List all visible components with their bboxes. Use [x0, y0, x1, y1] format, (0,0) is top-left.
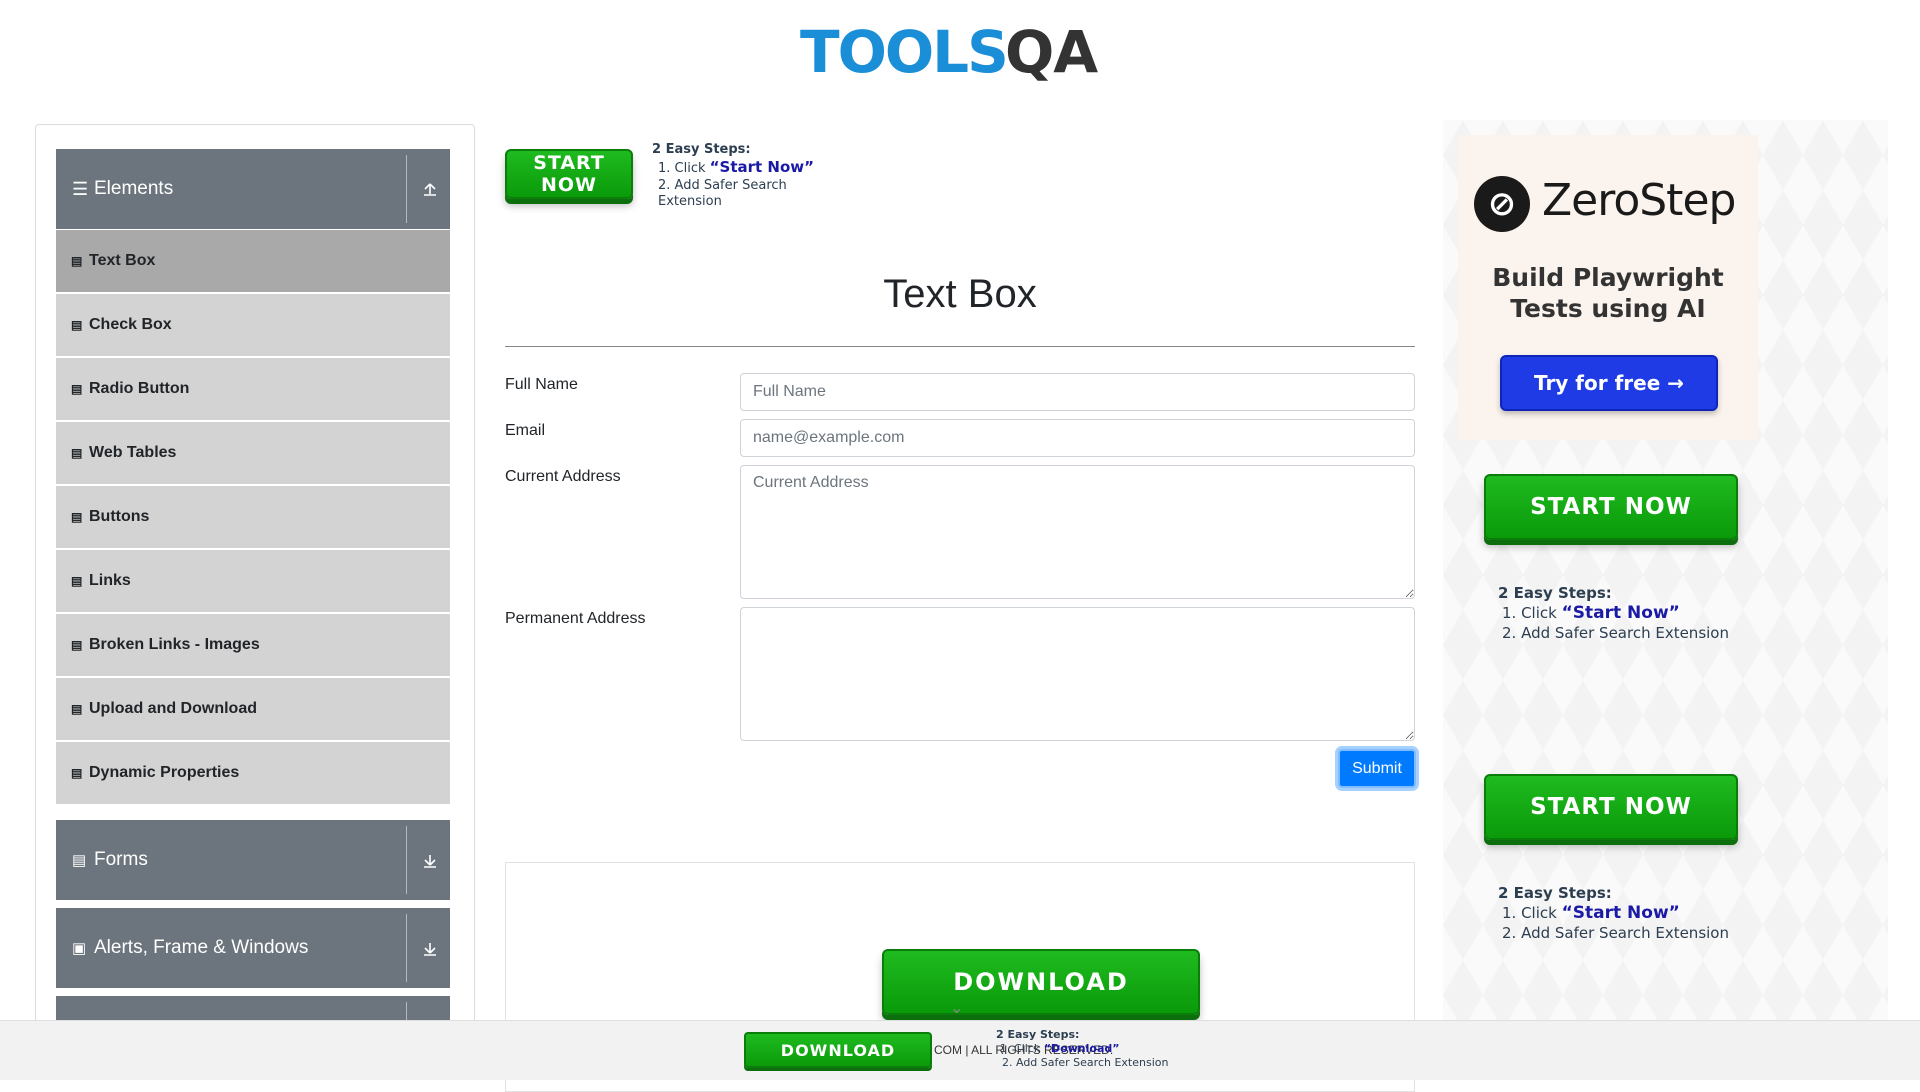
expand-icon[interactable]	[422, 908, 438, 988]
item-bullet-icon: ▤	[71, 638, 83, 652]
steps-title: 2 Easy Steps:	[1498, 884, 1612, 902]
download-bottom-button[interactable]: DOWNLOAD	[744, 1032, 932, 1068]
start-now-ad-button[interactable]: START NOW	[1484, 774, 1738, 840]
expand-icon[interactable]	[422, 820, 438, 900]
start-now-link[interactable]: “Start Now”	[710, 158, 814, 176]
logo-tools-text: TOOLS	[800, 18, 1009, 86]
try-for-free-button[interactable]: Try for free →	[1500, 355, 1718, 411]
email-input[interactable]	[740, 419, 1415, 457]
full-name-label: Full Name	[505, 376, 578, 393]
ad-button-label: DOWNLOAD	[953, 968, 1129, 996]
current-address-label: Current Address	[505, 468, 621, 485]
ad-button-label: START NOW	[1530, 494, 1692, 520]
current-address-input[interactable]	[740, 465, 1415, 599]
group-label: Forms	[94, 849, 148, 870]
start-now-ad-button[interactable]: START NOW	[505, 149, 633, 199]
group-label: Elements	[94, 178, 174, 199]
start-now-ad-button[interactable]: START NOW	[1484, 474, 1738, 540]
zerostep-logo-icon: ⊘	[1474, 176, 1530, 232]
item-bullet-icon: ▤	[71, 382, 83, 396]
submit-button[interactable]: Submit	[1338, 749, 1416, 788]
sidebar-item-dynamic-properties[interactable]: ▤ Dynamic Properties	[56, 742, 450, 804]
sidebar-item-label: Radio Button	[89, 380, 190, 397]
download-ad-button[interactable]: DOWNLOAD	[882, 949, 1200, 1015]
ad-button-label: START NOW	[533, 152, 605, 196]
step1-text: 1. Click	[1502, 603, 1562, 622]
form-icon: ▤	[72, 852, 87, 869]
ad-steps: 2 Easy Steps: 1. Click “Start Now” 2. Ad…	[1498, 884, 1729, 943]
step2-text: 2. Add Safer Search Extension	[1502, 624, 1729, 642]
sidebar-item-text-box[interactable]: ▤ Text Box	[56, 230, 450, 292]
ad-button-label: START NOW	[1530, 794, 1692, 820]
sidebar-item-label: Text Box	[89, 252, 156, 269]
group-header-alerts[interactable]: ▣ Alerts, Frame & Windows	[56, 908, 450, 988]
title-divider	[505, 346, 1415, 347]
item-bullet-icon: ▤	[71, 510, 83, 524]
sidebar-item-upload-download[interactable]: ▤ Upload and Download	[56, 678, 450, 740]
sidebar-item-label: Upload and Download	[89, 700, 257, 717]
permanent-address-label: Permanent Address	[505, 610, 646, 627]
sidebar-item-label: Web Tables	[89, 444, 177, 461]
tagline-line: Tests using AI	[1510, 294, 1706, 323]
step1-text: 1. Click	[1502, 903, 1562, 922]
group-header-forms[interactable]: ▤ Forms	[56, 820, 450, 900]
steps-title: 2 Easy Steps:	[652, 142, 751, 157]
full-name-input[interactable]	[740, 373, 1415, 411]
item-bullet-icon: ▤	[71, 318, 83, 332]
step2-text: 2. Add Safer Search Extension	[658, 177, 787, 209]
item-bullet-icon: ▤	[71, 446, 83, 460]
window-icon: ▣	[72, 940, 87, 957]
sidebar-item-label: Dynamic Properties	[89, 764, 240, 781]
bottom-ad-steps: 2 Easy Steps: 1. Click “Download” 2. Add…	[996, 1028, 1168, 1070]
divider	[406, 826, 407, 894]
divider	[406, 914, 407, 982]
item-bullet-icon: ▤	[71, 254, 83, 268]
toolsqa-logo[interactable]: TOOLS QA	[800, 14, 1130, 94]
group-label: Alerts, Frame & Windows	[94, 937, 309, 958]
sidebar-item-buttons[interactable]: ▤ Buttons	[56, 486, 450, 548]
sidebar-item-broken-links[interactable]: ▤ Broken Links - Images	[56, 614, 450, 676]
sidebar-item-label: Check Box	[89, 316, 172, 333]
download-link[interactable]: “Download”	[1044, 1042, 1120, 1055]
sidebar-item-check-box[interactable]: ▤ Check Box	[56, 294, 450, 356]
divider	[406, 1002, 407, 1020]
step2-text: 2. Add Safer Search Extension	[1002, 1056, 1169, 1069]
divider	[406, 155, 407, 223]
sidebar-item-label: Broken Links - Images	[89, 636, 260, 653]
ad-steps: 2 Easy Steps: 1. Click “Start Now” 2. Ad…	[652, 142, 814, 210]
steps-title: 2 Easy Steps:	[996, 1028, 1080, 1041]
ad-button-label: DOWNLOAD	[780, 1040, 896, 1060]
email-label: Email	[505, 422, 546, 439]
sidebar-item-label: Buttons	[89, 508, 150, 525]
sidebar-item-label: Links	[89, 572, 131, 589]
zerostep-brand: ZeroStep	[1542, 175, 1736, 226]
chevron-down-icon: ⌄	[950, 1000, 964, 1017]
sidebar-item-web-tables[interactable]: ▤ Web Tables	[56, 422, 450, 484]
tagline-line: Build Playwright	[1492, 263, 1724, 292]
logo-qa-text: QA	[1005, 18, 1098, 86]
item-bullet-icon: ▤	[71, 574, 83, 588]
ad-steps: 2 Easy Steps: 1. Click “Start Now” 2. Ad…	[1498, 584, 1729, 643]
step2-text: 2. Add Safer Search Extension	[1502, 924, 1729, 942]
item-bullet-icon: ▤	[71, 702, 83, 716]
steps-title: 2 Easy Steps:	[1498, 584, 1612, 602]
collapse-icon[interactable]	[422, 149, 438, 229]
hamburger-icon: ☰	[72, 178, 89, 199]
zerostep-tagline: Build Playwright Tests using AI	[1458, 262, 1758, 324]
sidebar-item-radio-button[interactable]: ▤ Radio Button	[56, 358, 450, 420]
step1-text: 1. Click	[1000, 1042, 1044, 1055]
page-title: Text Box	[883, 272, 1037, 316]
start-now-link[interactable]: “Start Now”	[1562, 603, 1680, 623]
permanent-address-input[interactable]	[740, 607, 1415, 741]
group-header-elements[interactable]: ☰ Elements	[56, 149, 450, 229]
item-bullet-icon: ▤	[71, 766, 83, 780]
start-now-link[interactable]: “Start Now”	[1562, 903, 1680, 923]
step1-text: 1. Click	[658, 161, 710, 177]
sidebar-item-links[interactable]: ▤ Links	[56, 550, 450, 612]
